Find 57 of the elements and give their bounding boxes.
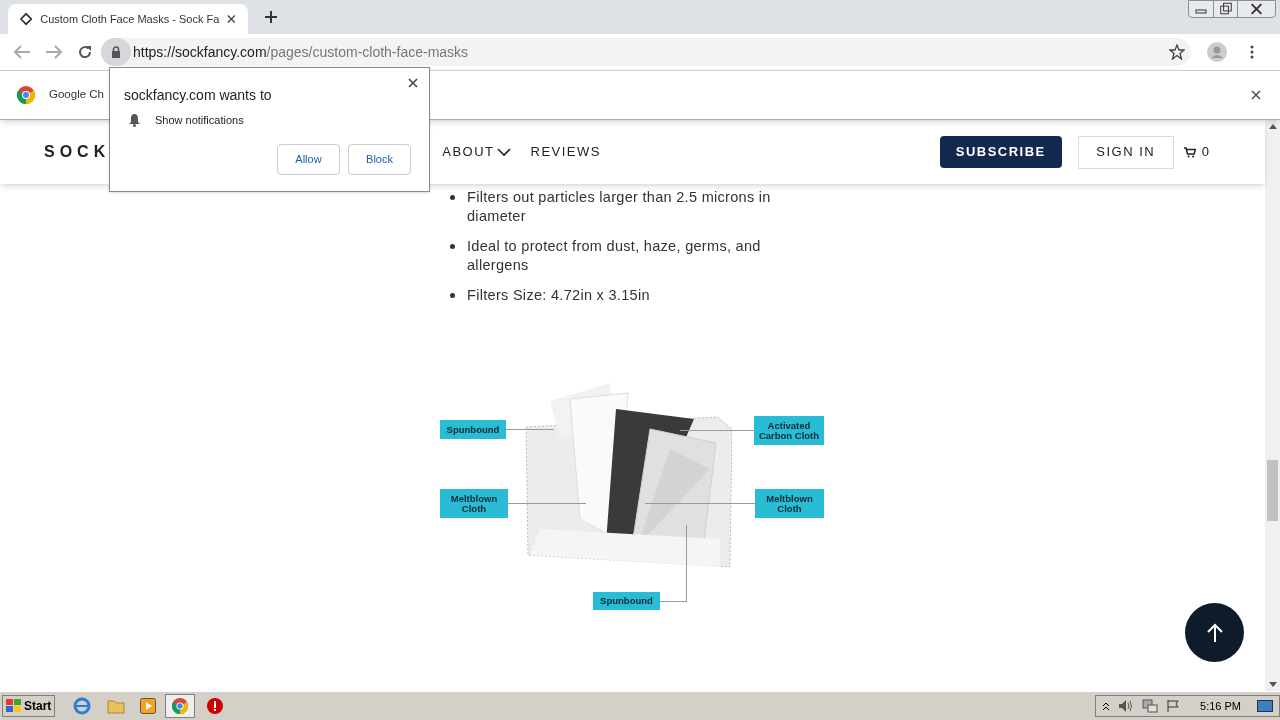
leader-line bbox=[506, 429, 554, 430]
network-icon[interactable] bbox=[1142, 699, 1159, 713]
menu-icon[interactable] bbox=[1250, 45, 1254, 59]
browser-tab[interactable]: Custom Cloth Face Masks - Sock Fa bbox=[8, 4, 248, 34]
new-tab-icon[interactable] bbox=[264, 10, 278, 24]
bookmark-star-icon[interactable] bbox=[1169, 44, 1185, 60]
diagram-label: Spunbound bbox=[593, 592, 660, 610]
feature-text: Filters Size: 4.72in x 3.15in bbox=[467, 286, 650, 305]
chrome-logo-icon bbox=[17, 86, 35, 104]
feature-text: Filters out particles larger than 2.5 microns in diameter bbox=[467, 188, 772, 226]
stop-icon[interactable] bbox=[207, 698, 224, 714]
feature-text: Ideal to protect from dust, haze, germs, and allergens bbox=[467, 237, 762, 275]
popup-title: sockfancy.com wants to bbox=[124, 86, 272, 105]
chevron-up-icon[interactable] bbox=[1102, 701, 1111, 711]
scrollbar-thumb[interactable] bbox=[1267, 460, 1278, 521]
site-icon bbox=[20, 12, 33, 26]
diagram-label: Meltblown Cloth bbox=[755, 489, 824, 518]
subscribe-button[interactable]: SUBSCRIBE bbox=[939, 136, 1062, 168]
url-text: https://sockfancy.com/pages/custom-cloth-face-masks bbox=[133, 42, 469, 62]
scrollbar[interactable] bbox=[1265, 120, 1280, 691]
profile-avatar-icon[interactable] bbox=[1207, 42, 1227, 62]
info-bar-text: Google Ch bbox=[49, 87, 104, 103]
diagram-label: Activated Carbon Cloth bbox=[754, 416, 824, 445]
windows-logo-icon bbox=[6, 699, 22, 713]
bullet-icon bbox=[450, 244, 455, 249]
close-icon[interactable] bbox=[227, 14, 236, 24]
close-icon[interactable] bbox=[1251, 90, 1261, 100]
arrow-up-icon bbox=[1205, 622, 1224, 643]
address-bar[interactable]: https://sockfancy.com/pages/custom-cloth-face-masks bbox=[101, 38, 1191, 66]
diagram-label: Spunbound bbox=[440, 420, 506, 439]
tab-title: Custom Cloth Face Masks - Sock Fa bbox=[40, 11, 220, 27]
sign-in-button[interactable]: SIGN IN bbox=[1077, 135, 1174, 169]
bell-icon bbox=[128, 113, 141, 128]
popup-button[interactable]: Block bbox=[348, 144, 411, 175]
nav-link[interactable]: ABOUT bbox=[442, 142, 511, 162]
lock-icon[interactable] bbox=[111, 46, 121, 58]
internet-explorer-icon[interactable] bbox=[73, 697, 92, 715]
diagram-label: Meltblown Cloth bbox=[440, 489, 508, 518]
speaker-icon[interactable] bbox=[1118, 699, 1135, 713]
chrome-logo-icon[interactable] bbox=[172, 698, 189, 714]
reload-icon[interactable] bbox=[77, 44, 93, 60]
nav-link[interactable]: REVIEWS bbox=[530, 142, 601, 162]
close-icon[interactable] bbox=[408, 78, 418, 88]
show-desktop-icon[interactable] bbox=[1257, 700, 1273, 712]
permission-text: Show notifications bbox=[155, 113, 244, 128]
scroll-up-icon[interactable] bbox=[1268, 124, 1277, 129]
popup-button[interactable]: Allow bbox=[277, 144, 340, 175]
clock-text: 5:16 PM bbox=[1200, 698, 1241, 714]
site-logo[interactable]: SOCK bbox=[44, 140, 111, 164]
bullet-icon bbox=[450, 195, 455, 200]
flag-icon[interactable] bbox=[1166, 699, 1181, 713]
start-button[interactable]: Start bbox=[2, 695, 56, 717]
media-player-icon[interactable] bbox=[140, 698, 157, 714]
cart-icon bbox=[1183, 146, 1196, 158]
cart-link[interactable]: 0 bbox=[1183, 142, 1209, 162]
scroll-down-icon[interactable] bbox=[1268, 682, 1277, 687]
bullet-icon bbox=[450, 293, 455, 298]
